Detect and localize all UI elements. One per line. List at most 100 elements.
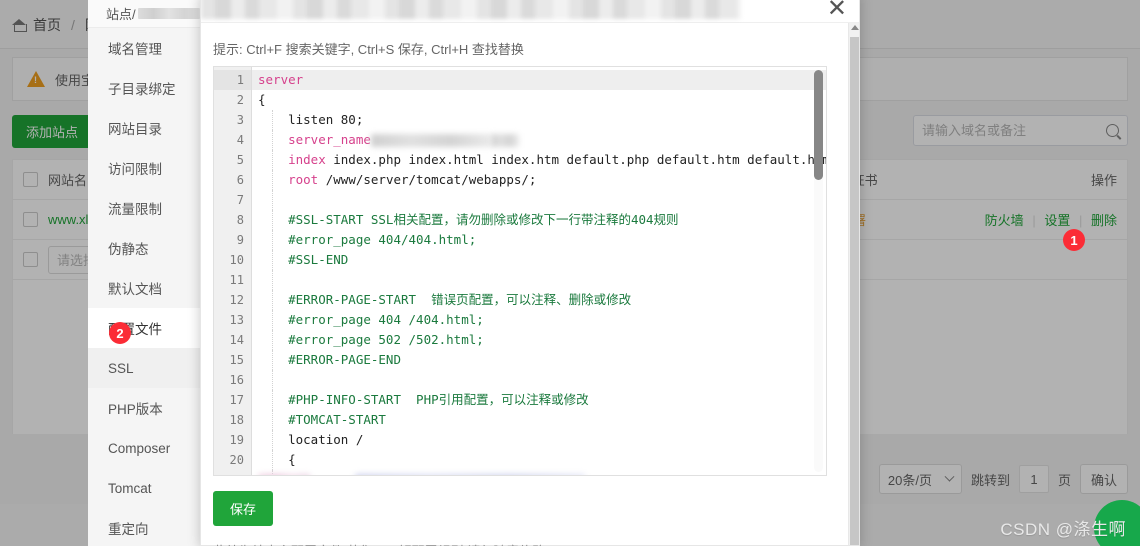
editor-tip: 提示: Ctrl+F 搜索关键字, Ctrl+S 保存, Ctrl+H 查找替换 — [213, 42, 524, 57]
menu-item-13[interactable]: 重定向 — [88, 508, 200, 546]
menu-item-6[interactable]: 伪静态 — [88, 228, 200, 268]
code-line-8[interactable]: #SSL-START SSL相关配置，请勿删除或修改下一行带注释的404规则 — [252, 210, 826, 230]
code-string: " — [348, 472, 356, 475]
menu-item-label: Tomcat — [108, 480, 152, 496]
line-number: 5 — [236, 153, 244, 167]
code-comment: #ERROR-PAGE-END — [258, 352, 401, 367]
line-number: 19 — [229, 433, 244, 447]
code-keyword: server — [258, 72, 304, 87]
line-number: 17 — [229, 393, 244, 407]
code-line-2[interactable]: { — [252, 90, 826, 110]
dialog-titlebar: ✕ — [201, 0, 859, 23]
code-line-21[interactable]: pass " — [252, 470, 826, 475]
menu-header: 站点/ — [88, 0, 200, 28]
code-line-16[interactable] — [252, 370, 826, 390]
line-number: 9 — [236, 233, 244, 247]
code-line-18[interactable]: #TOMCAT-START — [252, 410, 826, 430]
code-line-11[interactable] — [252, 270, 826, 290]
line-number: 6 — [236, 173, 244, 187]
dialog-scrollbar-thumb[interactable] — [850, 37, 859, 545]
line-number: 15 — [229, 353, 244, 367]
save-button[interactable]: 保存 — [213, 491, 274, 526]
code-line-17[interactable]: #PHP-INFO-START PHP引用配置，可以注释或修改 — [252, 390, 826, 410]
code-keyword: index — [258, 152, 326, 167]
line-number: 13 — [229, 313, 244, 327]
code-comment: #PHP-INFO-START PHP引用配置，可以注释或修改 — [258, 392, 589, 407]
menu-item-label: 网站目录 — [108, 122, 162, 137]
code-line-6[interactable]: root /www/server/tomcat/webapps/; — [252, 170, 826, 190]
dialog-footer-note: 此处为站点主配置文件,若您不了解配置规则,请勿随意修改. — [213, 541, 549, 546]
line-number: 16 — [229, 373, 244, 387]
code-comment: #ERROR-PAGE-START 错误页配置，可以注释、删除或修改 — [258, 292, 632, 307]
code-line-13[interactable]: #error_page 404 /404.html; — [252, 310, 826, 330]
menu-item-7[interactable]: 默认文档 — [88, 268, 200, 308]
menu-header-redacted — [137, 8, 200, 19]
menu-item-label: PHP版本 — [108, 402, 163, 417]
code-keyword: server_name — [258, 132, 371, 147]
menu-item-label: 子目录绑定 — [108, 82, 176, 97]
menu-item-label: 伪静态 — [108, 242, 149, 257]
line-number: 12 — [229, 293, 244, 307]
code-text: listen 80; — [258, 112, 364, 127]
code-line-12[interactable]: #ERROR-PAGE-START 错误页配置，可以注释、删除或修改 — [252, 290, 826, 310]
editor-scrollbar-thumb[interactable] — [814, 70, 823, 180]
line-number: 10 — [229, 253, 244, 267]
dialog-title-redacted — [201, 0, 741, 19]
menu-item-10[interactable]: PHP版本 — [88, 388, 200, 428]
line-number: 8 — [236, 213, 244, 227]
editor-scrollbar[interactable] — [814, 70, 823, 472]
code-keyword: pass — [310, 472, 348, 475]
code-comment: #SSL-END — [258, 252, 349, 267]
code-line-3[interactable]: listen 80; — [252, 110, 826, 130]
dialog-scrollbar[interactable] — [848, 23, 859, 545]
scroll-up-arrow-icon[interactable] — [851, 25, 859, 30]
line-number: 3 — [236, 113, 244, 127]
menu-item-3[interactable]: 网站目录 — [88, 108, 200, 148]
line-number: 11 — [229, 273, 244, 287]
line-number: 21 — [214, 470, 251, 475]
close-icon[interactable]: ✕ — [827, 0, 847, 21]
code-line-14[interactable]: #error_page 502 /502.html; — [252, 330, 826, 350]
menu-item-11[interactable]: Composer — [88, 428, 200, 468]
line-number: 18 — [229, 413, 244, 427]
menu-item-label: SSL — [108, 360, 134, 376]
menu-item-2[interactable]: 子目录绑定 — [88, 68, 200, 108]
code-line-15[interactable]: #ERROR-PAGE-END — [252, 350, 826, 370]
line-number: 7 — [236, 193, 244, 207]
code-line-9[interactable]: #error_page 404/404.html; — [252, 230, 826, 250]
code-line-5[interactable]: index index.php index.html index.htm def… — [252, 150, 826, 170]
redacted-text — [258, 474, 310, 475]
code-line-20[interactable]: { — [252, 450, 826, 470]
menu-item-label: 重定向 — [108, 522, 149, 537]
site-settings-menu: 站点/ 域名管理子目录绑定网站目录访问限制 流量限制伪静态默认文档 配置文件 SSL P… — [88, 0, 201, 546]
code-editor[interactable]: 12345678910111213141516171819202122 serv… — [213, 66, 827, 476]
code-line-10[interactable]: #SSL-END — [252, 250, 826, 270]
menu-item-12[interactable]: Tomcat — [88, 468, 200, 508]
redacted-text — [370, 134, 491, 147]
menu-item-label: 域名管理 — [108, 42, 162, 57]
code-text: index.php index.html index.htm default.p… — [325, 152, 826, 167]
dialog-body: 提示: Ctrl+F 搜索关键字, Ctrl+S 保存, Ctrl+H 查找替换… — [201, 23, 849, 546]
line-number: 14 — [229, 333, 244, 347]
code-line-19[interactable]: location / — [252, 430, 826, 450]
code-line-1[interactable]: server — [252, 70, 826, 90]
code-line-7[interactable] — [252, 190, 826, 210]
menu-item-list: 域名管理子目录绑定网站目录访问限制 流量限制伪静态默认文档 配置文件 SSL PHP版本… — [88, 28, 200, 546]
code-content[interactable]: server { listen 80; server_name index ind… — [252, 67, 826, 475]
menu-item-4[interactable]: 访问限制 — [88, 148, 200, 188]
menu-item-1[interactable]: 域名管理 — [88, 28, 200, 68]
menu-item-9[interactable]: SSL — [88, 348, 200, 388]
line-number: 2 — [236, 93, 244, 107]
code-comment: #TOMCAT-START — [258, 412, 386, 427]
redacted-text — [355, 474, 586, 475]
code-comment: #SSL-START SSL相关配置，请勿删除或修改下一行带注释的404规则 — [258, 212, 679, 227]
menu-item-5[interactable]: 流量限制 — [88, 188, 200, 228]
badge-row-actions: 1 — [1063, 229, 1085, 251]
menu-item-8[interactable]: 配置文件 — [88, 308, 200, 348]
code-text: { — [258, 92, 266, 107]
badge-config-file: 2 — [109, 322, 131, 344]
menu-header-label: 站点/ — [106, 7, 136, 22]
line-number: 1 — [214, 70, 251, 90]
code-line-4[interactable]: server_name — [252, 130, 826, 150]
